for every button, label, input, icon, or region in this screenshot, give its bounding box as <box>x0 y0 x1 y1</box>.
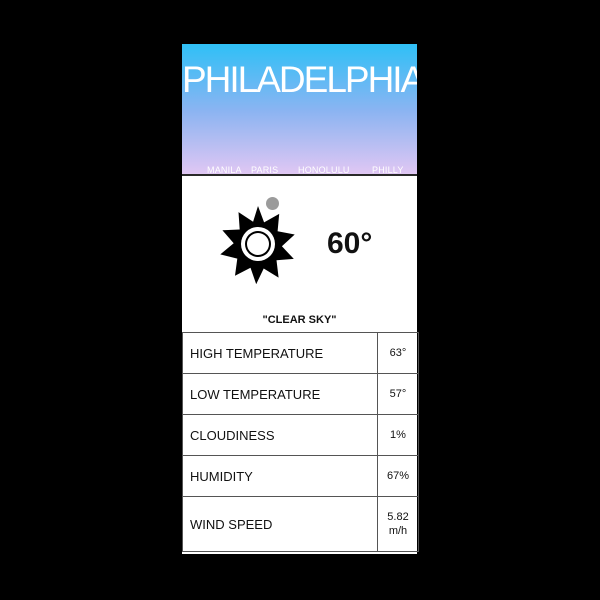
stat-value: 63° <box>377 332 419 374</box>
stat-value: 67% <box>377 455 419 497</box>
current-weather: 60° "CLEAR SKY" <box>182 176 417 332</box>
table-row: HIGH TEMPERATURE 63° <box>182 332 419 374</box>
stat-label: CLOUDINESS <box>182 414 378 456</box>
tab-honolulu[interactable]: HONOLULU <box>298 164 350 174</box>
stat-value: 1% <box>377 414 419 456</box>
sun-icon <box>220 206 295 284</box>
table-row: HUMIDITY 67% <box>182 455 419 497</box>
tab-manila[interactable]: MANILA <box>207 164 242 174</box>
city-header: PHILADELPHIA MANILA PARIS HONOLULU PHILL… <box>182 44 417 176</box>
table-row: WIND SPEED 5.82 m/h <box>182 496 419 552</box>
weather-description: "CLEAR SKY" <box>262 314 337 326</box>
stat-value: 57° <box>377 373 419 415</box>
city-tabs: MANILA PARIS HONOLULU PHILLY <box>182 164 417 174</box>
tab-paris[interactable]: PARIS <box>251 164 278 174</box>
stat-label: HIGH TEMPERATURE <box>182 332 378 374</box>
current-temperature: 60° <box>327 227 373 260</box>
city-title: PHILADELPHIA <box>182 59 417 100</box>
moon-dot <box>266 197 279 210</box>
weather-stats-table: HIGH TEMPERATURE 63° LOW TEMPERATURE 57°… <box>182 332 419 552</box>
stat-label: WIND SPEED <box>182 496 378 552</box>
stat-value: 5.82 m/h <box>377 496 419 552</box>
stat-label: LOW TEMPERATURE <box>182 373 378 415</box>
table-row: LOW TEMPERATURE 57° <box>182 373 419 415</box>
weather-card: PHILADELPHIA MANILA PARIS HONOLULU PHILL… <box>182 44 419 554</box>
table-row: CLOUDINESS 1% <box>182 414 419 456</box>
tab-philly[interactable]: PHILLY <box>372 164 404 174</box>
stat-label: HUMIDITY <box>182 455 378 497</box>
